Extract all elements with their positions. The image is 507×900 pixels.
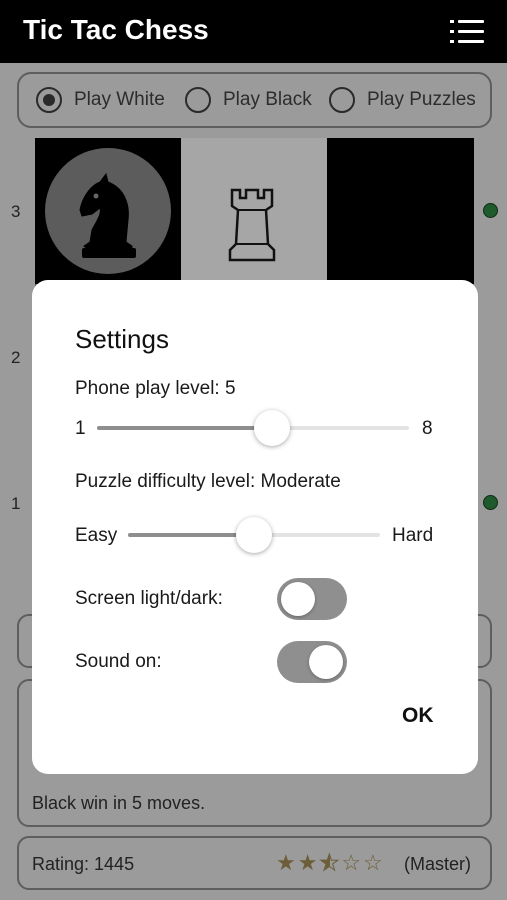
star-full-icon: ★ bbox=[276, 850, 298, 875]
radio-label: Play Puzzles bbox=[367, 89, 476, 110]
ok-button[interactable]: OK bbox=[402, 704, 434, 728]
rating-stars: ★★★☆☆ bbox=[276, 850, 385, 876]
hamburger-list-icon[interactable] bbox=[450, 20, 484, 46]
play-mode-selector: Play White Play Black Play Puzzles bbox=[17, 72, 492, 128]
phone-level-label: Phone play level: 5 bbox=[75, 378, 236, 399]
screen-mode-label: Screen light/dark: bbox=[75, 588, 223, 609]
radio-play-puzzles[interactable]: Play Puzzles bbox=[329, 87, 476, 113]
puzzle-difficulty-min: Easy bbox=[75, 525, 118, 546]
board-square[interactable] bbox=[35, 138, 181, 284]
dialog-title: Settings bbox=[75, 324, 169, 354]
board-square[interactable] bbox=[327, 138, 474, 284]
toggle-knob bbox=[281, 582, 315, 616]
board-square[interactable] bbox=[181, 138, 327, 284]
rating-tier: (Master) bbox=[404, 854, 471, 874]
radio-label: Play White bbox=[74, 89, 165, 110]
star-half-icon: ★ bbox=[319, 850, 342, 876]
radio-play-white[interactable]: Play White bbox=[36, 87, 165, 113]
app-title: Tic Tac Chess bbox=[23, 14, 209, 45]
star-empty-icon: ☆ bbox=[341, 850, 363, 875]
app-header: Tic Tac Chess bbox=[0, 0, 507, 63]
phone-level-min: 1 bbox=[75, 418, 86, 439]
status-dot-icon bbox=[483, 495, 498, 510]
sound-toggle[interactable] bbox=[277, 641, 347, 683]
puzzle-difficulty-slider-thumb[interactable] bbox=[236, 517, 272, 553]
sound-label: Sound on: bbox=[75, 651, 162, 672]
status-dot-icon bbox=[483, 203, 498, 218]
rank-label: 2 bbox=[11, 348, 21, 367]
status-message: Black win in 5 moves. bbox=[32, 793, 206, 813]
rating-bar: Rating: 1445 (Master) bbox=[17, 836, 492, 890]
radio-selected-icon bbox=[36, 87, 62, 113]
rank-label: 3 bbox=[11, 202, 21, 221]
star-full-icon: ★ bbox=[297, 850, 320, 875]
settings-dialog: Settings Phone play level: 5 1 8 Puzzle … bbox=[32, 280, 478, 774]
toggle-knob bbox=[309, 645, 343, 679]
rating-label: Rating: 1445 bbox=[32, 854, 135, 874]
black-knight-icon bbox=[79, 172, 136, 258]
slider-fill bbox=[97, 426, 272, 430]
screen-mode-toggle[interactable] bbox=[277, 578, 347, 620]
radio-unselected-icon bbox=[329, 87, 355, 113]
phone-level-slider-thumb[interactable] bbox=[254, 410, 290, 446]
rank-label: 1 bbox=[11, 494, 21, 513]
radio-label: Play Black bbox=[223, 89, 312, 110]
puzzle-difficulty-label: Puzzle difficulty level: Moderate bbox=[75, 471, 341, 492]
star-empty-icon: ☆ bbox=[362, 850, 385, 875]
white-rook-icon bbox=[228, 188, 276, 262]
radio-unselected-icon bbox=[185, 87, 211, 113]
phone-level-max: 8 bbox=[422, 418, 433, 439]
puzzle-difficulty-max: Hard bbox=[392, 525, 434, 546]
radio-play-black[interactable]: Play Black bbox=[185, 87, 312, 113]
